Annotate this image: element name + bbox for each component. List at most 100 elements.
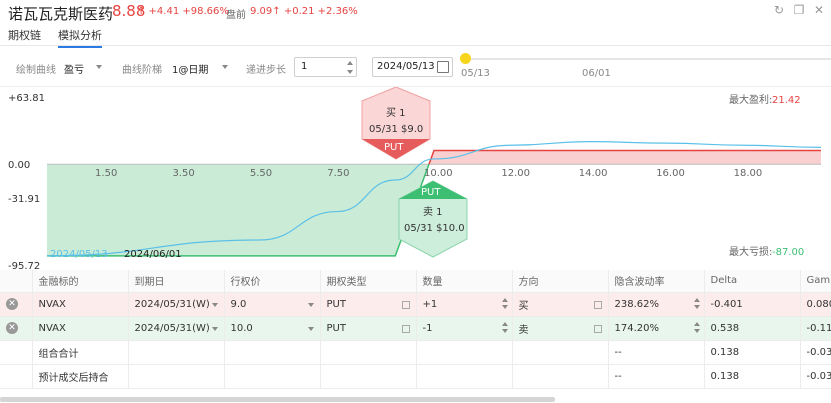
header-cell[interactable]: 隐含波动率 xyxy=(608,270,705,293)
summary-label: 预计成交后持合 xyxy=(32,364,129,389)
select-icon[interactable] xyxy=(401,300,410,309)
date-slider-handle[interactable] xyxy=(460,53,471,64)
iv-cell[interactable]: 238.62% xyxy=(608,292,705,317)
table-row[interactable]: ✕ NVAX 2024/05/31(W) 10.0 PUT -1 卖 174.2… xyxy=(0,316,831,341)
gamma-cell: 0.080 xyxy=(800,292,831,317)
curve-label: 绘制曲线 xyxy=(16,65,56,76)
profit-area xyxy=(428,150,821,165)
side-cell[interactable]: 买 xyxy=(512,292,609,317)
sell-marker-type: PUT xyxy=(421,187,441,198)
summary-label: 组合合计 xyxy=(32,340,129,365)
header-cell[interactable]: 期权类型 xyxy=(320,270,417,293)
date-legend-expiry: 2024/06/01 xyxy=(124,249,182,260)
chevron-down-icon[interactable] xyxy=(96,65,102,69)
tab-bar: 期权链 模拟分析 xyxy=(0,24,831,48)
ladder-select[interactable]: 1@日期 xyxy=(172,61,208,76)
buy-marker-detail: 05/31 $9.0 xyxy=(369,124,423,135)
chevron-down-icon[interactable] xyxy=(211,326,218,331)
buy-marker-title: 买 1 xyxy=(386,107,406,119)
premarket-label: 盘前 xyxy=(226,10,246,21)
remove-icon[interactable]: ✕ xyxy=(6,298,18,310)
header-cell[interactable]: 数量 xyxy=(416,270,513,293)
table-row[interactable]: ✕ NVAX 2024/05/31(W) 9.0 PUT +1 买 238.62… xyxy=(0,292,831,317)
horizontal-scrollbar[interactable] xyxy=(0,397,555,402)
qty-cell[interactable]: +1 xyxy=(416,292,513,317)
spinner-icon[interactable] xyxy=(693,321,700,336)
ladder-label: 曲线阶梯 xyxy=(122,65,162,76)
summary-iv: -- xyxy=(608,340,705,365)
sell-marker-detail: 05/31 $10.0 xyxy=(404,223,465,234)
buy-marker-type: PUT xyxy=(384,142,404,153)
tab-simulation[interactable]: 模拟分析 xyxy=(58,27,102,48)
x-tick-label: 18.00 xyxy=(734,168,763,179)
expiry-cell[interactable]: 2024/05/31(W) xyxy=(128,316,225,341)
y-tick-label: 0.00 xyxy=(8,160,30,171)
side-cell[interactable]: 卖 xyxy=(512,316,609,341)
date-value: 2024/05/13 xyxy=(377,61,435,72)
chevron-down-icon[interactable] xyxy=(211,302,218,307)
date-legend-current: 2024/05/13 xyxy=(50,249,108,260)
title-bar: 诺瓦瓦克斯医药 8.88 ↑ +4.41 +98.66% 盘前 9.09↑ +0… xyxy=(0,0,831,24)
header-cell[interactable]: 方向 xyxy=(512,270,609,293)
strike-cell[interactable]: 10.0 xyxy=(224,316,321,341)
curve-select[interactable]: 盈亏 xyxy=(64,61,84,76)
summary-gamma: -0.033 xyxy=(800,364,831,389)
refresh-icon[interactable]: ↻ xyxy=(773,4,785,16)
restore-icon[interactable]: ❐ xyxy=(793,4,805,16)
header-cell[interactable]: 行权价 xyxy=(224,270,321,293)
step-down-icon[interactable] xyxy=(347,70,353,74)
x-tick-label: 3.50 xyxy=(172,168,194,179)
step-up-icon[interactable] xyxy=(347,61,353,65)
chevron-down-icon[interactable] xyxy=(222,65,228,69)
x-tick-label: 10.00 xyxy=(424,168,453,179)
date-slider-track[interactable] xyxy=(465,58,831,60)
y-tick-label: +63.81 xyxy=(8,93,45,104)
y-tick-label: -95.72 xyxy=(8,261,40,269)
summary-delta: 0.138 xyxy=(704,340,801,365)
slider-start-label: 05/13 xyxy=(461,68,490,79)
delta-cell: -0.401 xyxy=(704,292,801,317)
select-icon[interactable] xyxy=(593,300,602,309)
x-tick-label: 16.00 xyxy=(656,168,685,179)
calendar-icon[interactable] xyxy=(437,61,449,73)
summary-iv: -- xyxy=(608,364,705,389)
qty-cell[interactable]: -1 xyxy=(416,316,513,341)
remove-icon[interactable]: ✕ xyxy=(6,322,18,334)
header-cell xyxy=(0,270,33,293)
close-icon[interactable]: ✕ xyxy=(813,4,825,16)
control-bar: 绘制曲线 盈亏 曲线阶梯 1@日期 递进步长 1 2024/05/13 xyxy=(0,52,831,82)
select-icon[interactable] xyxy=(401,324,410,333)
tab-option-chain[interactable]: 期权链 xyxy=(8,27,41,43)
spinner-icon[interactable] xyxy=(501,297,508,312)
chevron-down-icon[interactable] xyxy=(307,326,314,331)
strike-cell[interactable]: 9.0 xyxy=(224,292,321,317)
chevron-down-icon[interactable] xyxy=(307,302,314,307)
spinner-icon[interactable] xyxy=(501,321,508,336)
type-cell[interactable]: PUT xyxy=(320,316,417,341)
premarket-quote: 9.09↑ +0.21 +2.36% xyxy=(250,6,358,17)
header-cell[interactable]: 到期日 xyxy=(128,270,225,293)
step-input[interactable]: 1 xyxy=(294,57,357,77)
date-input[interactable]: 2024/05/13 xyxy=(372,57,453,77)
x-tick-label: 7.50 xyxy=(327,168,349,179)
max-loss-value: -87.00 xyxy=(772,247,804,258)
underlying-cell: NVAX xyxy=(32,316,129,341)
gamma-cell: -0.113 xyxy=(800,316,831,341)
summary-row: 预计成交后持合 -- 0.138 -0.033 xyxy=(0,364,831,389)
summary-row: 组合合计 -- 0.138 -0.033 xyxy=(0,340,831,365)
header-cell[interactable]: Gamma xyxy=(800,270,831,293)
payoff-chart-svg: +63.81 0.00 -31.91 -95.72 1.50 3.50 5.50 7.50 10… xyxy=(8,87,822,269)
stock-change: ↑ +4.41 +98.66% xyxy=(137,6,229,17)
table-header: 金融标的 到期日 行权价 期权类型 数量 方向 隐含波动率 Delta Gamm… xyxy=(0,270,831,293)
header-cell[interactable]: 金融标的 xyxy=(32,270,129,293)
window-buttons: ↻ ❐ ✕ xyxy=(773,4,825,16)
expiry-cell[interactable]: 2024/05/31(W) xyxy=(128,292,225,317)
header-cell[interactable]: Delta xyxy=(704,270,801,293)
spinner-icon[interactable] xyxy=(693,297,700,312)
select-icon[interactable] xyxy=(593,324,602,333)
y-tick-label: -31.91 xyxy=(8,194,40,205)
type-cell[interactable]: PUT xyxy=(320,292,417,317)
iv-cell[interactable]: 174.20% xyxy=(608,316,705,341)
payoff-chart[interactable]: +63.81 0.00 -31.91 -95.72 1.50 3.50 5.50 7.50 10… xyxy=(0,86,831,269)
x-tick-label: 5.50 xyxy=(250,168,272,179)
